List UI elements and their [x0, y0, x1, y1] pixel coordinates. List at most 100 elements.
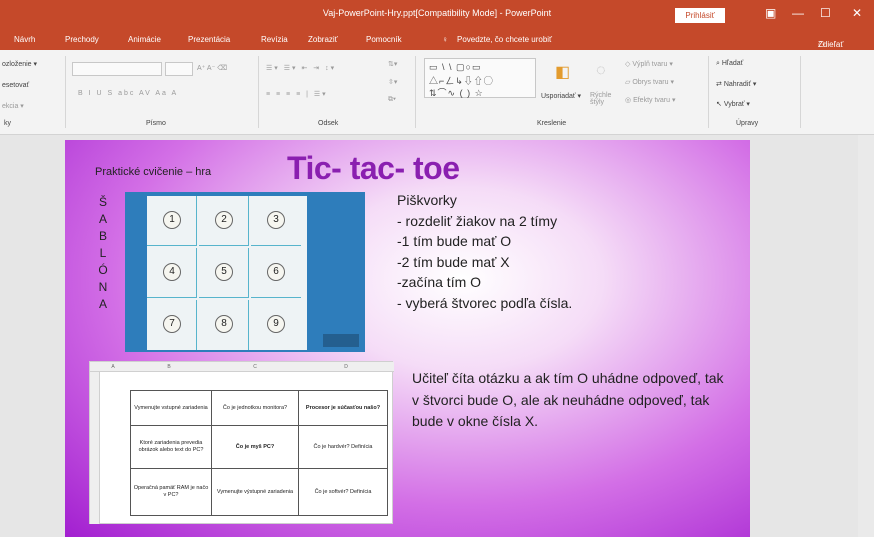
instructions-textbox[interactable]: Učiteľ číta otázku a ak tím O uhádne odp… — [412, 368, 732, 433]
cell-number: 9 — [267, 315, 285, 333]
slides-group-label: ky — [4, 120, 11, 127]
slide-subtitle[interactable]: Praktické cvičenie – hra — [95, 166, 211, 178]
tab-help[interactable]: Pomocník — [366, 35, 402, 44]
letter: B — [98, 229, 107, 243]
close-button[interactable]: ✕ — [852, 6, 862, 20]
shapes-gallery[interactable]: ▭ \ \ ▢○▭ △⌐ㄥ↳⇩⇧◯ ⇅⌒∿ ( ) ☆ — [424, 58, 536, 98]
font-grow-icon[interactable]: A⁺ A⁻ ⌫ — [197, 64, 227, 72]
lightbulb-icon: ♀ — [442, 35, 448, 44]
font-format-buttons[interactable]: B I U S abc AV Aa A — [78, 90, 178, 97]
rules-line: Piškvorky — [397, 192, 457, 208]
slide-title[interactable]: Tic- tac- toe — [287, 150, 460, 187]
grid-cell: 9 — [251, 300, 301, 350]
rules-textbox[interactable]: Piškvorky - rozdeliť žiakov na 2 tímy -1… — [397, 190, 572, 313]
section-button[interactable]: ekcia ▾ — [2, 102, 24, 110]
title-bar: Vaj-PowerPoint-Hry.ppt[Compatibility Mod… — [0, 0, 874, 30]
table-cell: Vymenujte vstupné zariadenia — [130, 390, 212, 426]
grid-board: 1 2 3 4 5 6 7 8 9 — [147, 196, 307, 350]
layout-button[interactable]: ozloženie ▾ — [2, 60, 37, 68]
tab-slideshow[interactable]: Prezentácia — [188, 35, 230, 44]
paragraph-group-label: Odsek — [318, 120, 339, 127]
arrange-button[interactable]: Usporiadať ▾ — [541, 92, 581, 100]
replace-icon: ⇄ — [716, 81, 722, 88]
grid-cell: 7 — [147, 300, 197, 350]
align-buttons[interactable]: ≡ ≡ ≡ ≡ | ☰▾ — [266, 90, 328, 98]
smartart-icon[interactable]: ⧉▾ — [388, 96, 396, 104]
replace-button[interactable]: ⇄ Nahradiť ▾ — [716, 80, 756, 88]
align-text-icon[interactable]: ⇳▾ — [388, 78, 397, 86]
questions-table-image[interactable]: A B C D Vymenujte vstupné zariadenia Čo … — [89, 361, 394, 524]
ribbon-tabs: Návrh Prechody Animácie Prezentácia Reví… — [0, 30, 874, 50]
grid-cell: 8 — [199, 300, 249, 350]
column-header: C — [212, 362, 298, 372]
select-label: Vybrať — [723, 101, 745, 108]
reset-button[interactable]: esetovať — [2, 82, 29, 89]
cell-number: 7 — [163, 315, 181, 333]
shape-outline-label: Obrys tvaru — [632, 79, 669, 86]
tab-animations[interactable]: Animácie — [128, 35, 161, 44]
corner-cell — [90, 362, 100, 372]
font-name-dropdown[interactable] — [72, 62, 162, 76]
vertical-scrollbar[interactable] — [858, 135, 874, 537]
tab-design[interactable]: Návrh — [14, 35, 35, 44]
grid-cell: 4 — [147, 248, 197, 298]
text-direction-icon[interactable]: ⇅▾ — [388, 60, 397, 68]
tab-review[interactable]: Revízia — [261, 35, 288, 44]
shape-effects-button[interactable]: ◎ Efekty tvaru ▾ — [625, 96, 676, 104]
shapes-row-3: ⇅⌒∿ ( ) ☆ — [429, 88, 484, 98]
shape-fill-label: Výplň tvaru — [632, 61, 668, 68]
quick-styles-icon: ◌ — [596, 62, 606, 79]
cell-number: 2 — [215, 211, 233, 229]
arrange-label: Usporiadať — [541, 93, 576, 100]
column-header: A — [100, 362, 126, 372]
cell-number: 3 — [267, 211, 285, 229]
ribbon: ozloženie ▾ esetovať ekcia ▾ ky A⁺ A⁻ ⌫ … — [0, 50, 874, 135]
rules-line: - vyberá štvorec podľa čísla. — [397, 294, 573, 311]
maximize-button[interactable]: ☐ — [820, 6, 831, 20]
drawing-group-label: Kreslenie — [537, 120, 567, 127]
tab-view[interactable]: Zobraziť — [308, 35, 338, 44]
cell-number: 1 — [163, 211, 181, 229]
minimize-button[interactable]: — — [792, 6, 804, 20]
table-cell: Čo je myš PC? — [211, 425, 299, 469]
search-icon: ⌕ — [716, 60, 720, 67]
tictactoe-grid-image[interactable]: 1 2 3 4 5 6 7 8 9 — [125, 192, 365, 352]
ribbon-display-icon[interactable]: ▣ — [765, 6, 776, 20]
shapes-row-1: ▭ \ \ ▢○▭ — [429, 62, 482, 72]
slide-canvas[interactable]: Praktické cvičenie – hra Tic- tac- toe Š… — [65, 140, 750, 537]
letter: L — [99, 246, 107, 260]
rules-line: - rozdeliť žiakov na 2 tímy — [397, 212, 558, 229]
cell-number: 5 — [215, 263, 233, 281]
grid-cell: 6 — [251, 248, 301, 298]
list-buttons[interactable]: ☰▾ ☰▾ ⇤ ⇥ ↕▾ — [266, 64, 336, 72]
cursor-icon: ↖ — [716, 101, 722, 108]
tell-me-search[interactable]: Povedzte, čo chcete urobiť — [457, 35, 552, 44]
share-label: Zdieľať — [818, 40, 844, 49]
rules-line: -začína tím O — [397, 274, 482, 290]
section-label: ekcia — [2, 103, 19, 110]
column-header: B — [126, 362, 212, 372]
font-size-dropdown[interactable] — [165, 62, 193, 76]
letter: Ó — [98, 263, 108, 277]
replace-label: Nahradiť — [723, 81, 751, 88]
tab-transitions[interactable]: Prechody — [65, 35, 99, 44]
fill-icon: ◇ — [625, 61, 631, 68]
find-label: Hľadať — [721, 60, 744, 67]
shape-fill-button[interactable]: ◇ Výplň tvaru ▾ — [625, 60, 673, 68]
shape-outline-button[interactable]: ▱ Obrys tvaru ▾ — [625, 78, 674, 86]
letter: A — [98, 297, 107, 311]
window-title: Vaj-PowerPoint-Hry.ppt[Compatibility Mod… — [322, 8, 552, 18]
effects-icon: ◎ — [625, 97, 632, 104]
table-cell: Čo je softvér? Definícia — [298, 468, 388, 516]
grid-cell: 3 — [251, 196, 301, 246]
row-header — [90, 372, 100, 524]
find-button[interactable]: ⌕ Hľadať — [716, 60, 743, 68]
quick-styles-button[interactable]: Rýchle štýly — [590, 92, 620, 106]
cell-number: 6 — [267, 263, 285, 281]
table-cell: Ktoré zariadenia prevedia obrázok alebo … — [130, 425, 212, 469]
table-cell: Čo je jednotkou monitora? — [211, 390, 299, 426]
select-button[interactable]: ↖ Vybrať ▾ — [716, 100, 750, 108]
signin-button[interactable]: Prihlásiť — [675, 8, 725, 23]
vertical-template-label[interactable]: Š A B L Ó N A — [97, 194, 109, 313]
font-group-label: Písmo — [146, 120, 166, 127]
